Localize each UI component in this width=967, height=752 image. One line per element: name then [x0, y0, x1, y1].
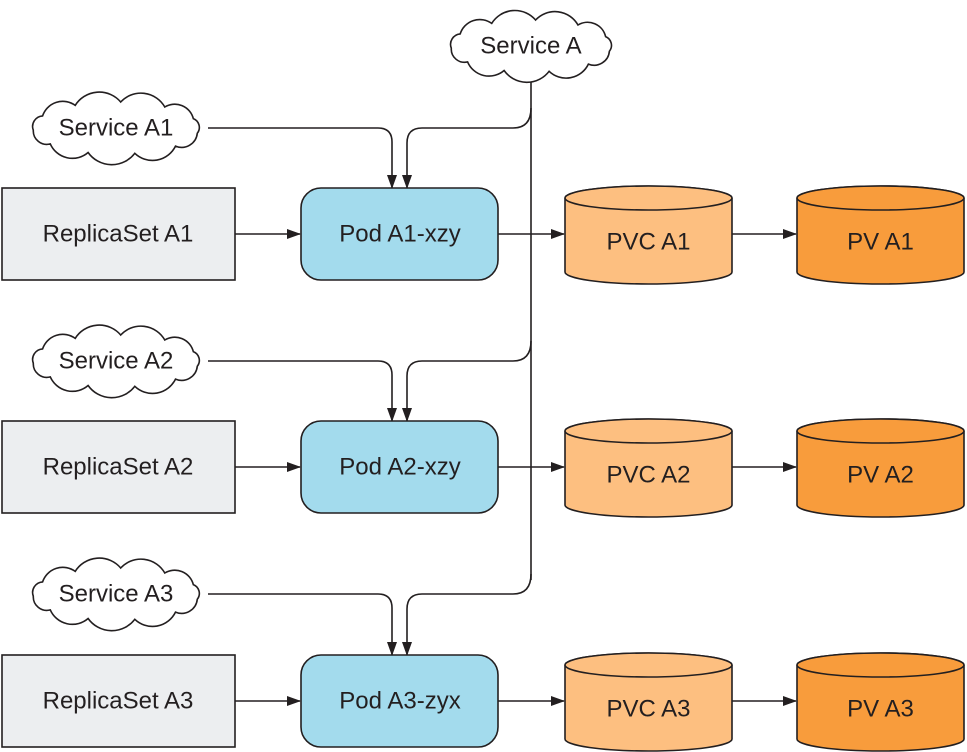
pv-a1-label: PV A1 — [847, 229, 914, 256]
service-a2-cloud: Service A2 — [31, 324, 201, 399]
pv-a3: PV A3 — [796, 652, 965, 752]
pod-a1-label: Pod A1-xzy — [339, 221, 460, 248]
service-a-cloud: Service A — [449, 9, 613, 84]
replicaset-a3: ReplicaSet A3 — [1, 654, 236, 748]
service-a-to-pod-2-arrow — [402, 340, 532, 422]
replicaset-a2-label: ReplicaSet A2 — [43, 454, 194, 481]
replicaset-a3-label: ReplicaSet A3 — [43, 688, 194, 715]
pvc-a2-label: PVC A2 — [606, 462, 690, 489]
service-a1-to-pod-arrow — [208, 127, 397, 189]
service-a2-label: Service A2 — [59, 348, 174, 375]
pod-a3: Pod A3-zyx — [300, 654, 499, 748]
pod-a2-label: Pod A2-xzy — [339, 454, 460, 481]
service-a1-cloud: Service A1 — [31, 91, 201, 166]
pv-a3-label: PV A3 — [847, 696, 914, 723]
cylinder-top — [796, 418, 965, 444]
pvc-a3-label: PVC A3 — [606, 696, 690, 723]
service-a2-to-pod-arrow — [208, 360, 397, 422]
cylinder-top — [564, 418, 733, 444]
service-a3-label: Service A3 — [59, 581, 174, 608]
service-a-to-pod-3-arrow — [402, 573, 532, 656]
kubernetes-diagram: Service A Service A1 ReplicaSet A1 Pod A1-x… — [1, 9, 965, 752]
cylinder-top — [796, 652, 965, 678]
pvc-a2: PVC A2 — [564, 418, 733, 518]
pod-a3-label: Pod A3-zyx — [339, 688, 460, 715]
pv-a2: PV A2 — [796, 418, 965, 518]
service-a-to-pod-1-arrow — [402, 107, 532, 189]
cylinder-top — [796, 185, 965, 211]
pod-a1: Pod A1-xzy — [300, 187, 499, 281]
replicaset-a1-label: ReplicaSet A1 — [43, 221, 194, 248]
replicaset-a2: ReplicaSet A2 — [1, 420, 236, 514]
pv-a2-label: PV A2 — [847, 462, 914, 489]
cylinder-top — [564, 652, 733, 678]
cylinder-top — [564, 185, 733, 211]
service-a3-to-pod-arrow — [208, 593, 397, 656]
pvc-a1: PVC A1 — [564, 185, 733, 285]
service-a-label: Service A — [480, 33, 581, 60]
pv-a1: PV A1 — [796, 185, 965, 285]
service-a3-cloud: Service A3 — [31, 557, 201, 632]
pvc-a1-label: PVC A1 — [606, 229, 690, 256]
pod-a2: Pod A2-xzy — [300, 420, 499, 514]
replicaset-a1: ReplicaSet A1 — [1, 187, 236, 281]
service-a1-label: Service A1 — [59, 115, 174, 142]
pvc-a3: PVC A3 — [564, 652, 733, 752]
